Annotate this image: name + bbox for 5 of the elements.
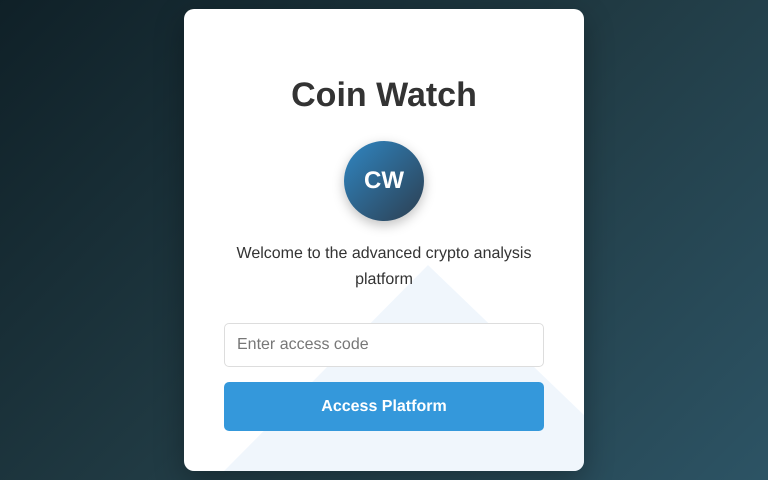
welcome-text: Welcome to the advanced crypto analysis platform	[236, 244, 532, 290]
access-platform-button[interactable]: Access Platform	[224, 382, 544, 431]
access-code-field[interactable]: Enter access code	[224, 323, 544, 367]
logo-circle: CW	[344, 141, 424, 221]
app-title: Coin Watch	[291, 75, 477, 115]
